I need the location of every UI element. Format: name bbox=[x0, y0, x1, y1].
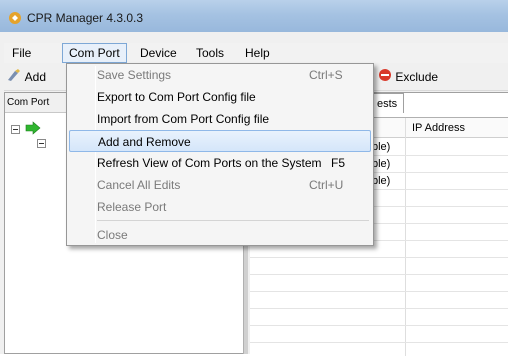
add-icon bbox=[6, 68, 22, 88]
menu-item-refresh-view[interactable]: Refresh View of Com Ports on the System … bbox=[69, 152, 371, 174]
menu-com-port[interactable]: Com Port bbox=[62, 43, 127, 63]
row-divider bbox=[250, 257, 508, 258]
menu-item-release-port[interactable]: Release Port bbox=[69, 196, 371, 218]
menu-item-cancel-all-edits[interactable]: Cancel All Edits Ctrl+U bbox=[69, 174, 371, 196]
menu-bar: File Com Port Device Tools Help bbox=[4, 43, 508, 63]
menu-help[interactable]: Help bbox=[239, 43, 276, 63]
collapse-icon[interactable] bbox=[37, 138, 46, 148]
column-ip-address[interactable]: IP Address bbox=[412, 118, 465, 138]
exclude-icon bbox=[378, 68, 392, 88]
app-window: CPR Manager 4.3.0.3 File Com Port Device… bbox=[0, 0, 508, 356]
menu-item-save-settings[interactable]: Save Settings Ctrl+S bbox=[69, 64, 371, 86]
row-divider bbox=[250, 308, 508, 309]
row-divider bbox=[250, 291, 508, 292]
row-divider bbox=[250, 325, 508, 326]
window-title: CPR Manager 4.3.0.3 bbox=[27, 11, 144, 25]
table-cell[interactable]: ble) bbox=[372, 141, 390, 153]
row-divider bbox=[250, 274, 508, 275]
title-bar[interactable]: CPR Manager 4.3.0.3 bbox=[0, 0, 508, 32]
menu-item-close[interactable]: Close bbox=[69, 224, 371, 246]
tree-row-child[interactable] bbox=[37, 137, 46, 149]
menu-separator bbox=[97, 220, 369, 221]
app-icon bbox=[8, 11, 22, 25]
menu-tools[interactable]: Tools bbox=[190, 43, 230, 63]
column-divider bbox=[405, 118, 406, 356]
table-cell[interactable]: ble) bbox=[372, 175, 390, 187]
menu-device[interactable]: Device bbox=[134, 43, 183, 63]
exclude-label: Exclude bbox=[395, 70, 439, 84]
collapse-icon[interactable] bbox=[11, 125, 20, 134]
menu-item-import-config[interactable]: Import from Com Port Config file bbox=[69, 108, 371, 130]
add-button[interactable]: Add bbox=[6, 67, 46, 87]
table-cell[interactable]: ble) bbox=[372, 158, 390, 170]
menu-file[interactable]: File bbox=[6, 43, 37, 63]
add-label: Add bbox=[24, 70, 47, 84]
arrow-right-icon bbox=[25, 121, 41, 138]
tab-requests[interactable]: ests bbox=[370, 93, 405, 113]
row-divider bbox=[250, 342, 508, 343]
menu-item-export-config[interactable]: Export to Com Port Config file bbox=[69, 86, 371, 108]
com-port-menu: Save Settings Ctrl+S Export to Com Port … bbox=[66, 63, 374, 246]
tree-row-root[interactable] bbox=[11, 121, 41, 138]
menu-item-add-and-remove[interactable]: Add and Remove bbox=[69, 130, 371, 152]
exclude-button[interactable]: Exclude bbox=[378, 67, 438, 87]
